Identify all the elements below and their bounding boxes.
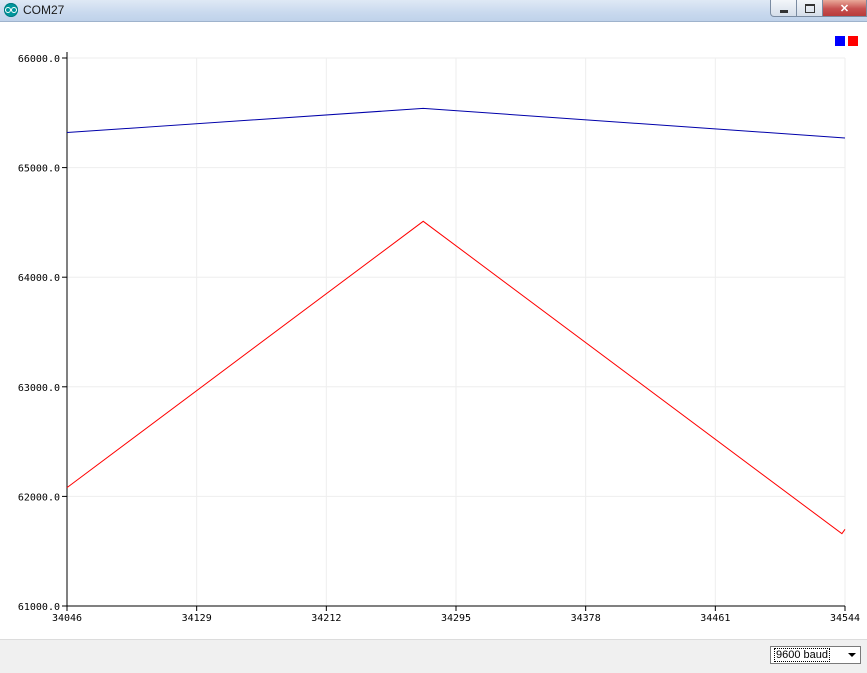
plot-area: 61000.0 62000.0 63000.0 64000.0 65000.0 66000…: [0, 22, 867, 639]
y-tick-label: 61000.0: [18, 602, 60, 613]
baud-rate-value: 9600 baud: [774, 648, 830, 662]
chevron-down-icon[interactable]: [844, 647, 860, 663]
y-tick-label: 66000.0: [18, 54, 60, 65]
grid: [66, 57, 846, 607]
serial-plotter-window: COM27 ✕ 61000.0 62000.0 63000.0 64000.0 6500…: [0, 0, 867, 673]
x-tick-label: 34129: [182, 613, 212, 624]
baud-rate-dropdown[interactable]: 9600 baud: [770, 646, 861, 664]
window-controls: ✕: [770, 0, 867, 18]
minimize-icon: [779, 9, 788, 13]
y-tick-label: 62000.0: [18, 492, 60, 503]
x-tick-label: 34378: [571, 613, 601, 624]
x-tick-label: 34461: [700, 613, 730, 624]
y-tick-label: 63000.0: [18, 383, 60, 394]
x-tick-label: 34046: [52, 613, 82, 624]
close-icon: ✕: [839, 2, 850, 15]
x-tick-label: 34212: [311, 613, 341, 624]
title-bar[interactable]: COM27 ✕: [0, 0, 867, 22]
x-tick-label: 34295: [441, 613, 471, 624]
legend: [835, 36, 858, 46]
legend-swatch-2: [848, 36, 858, 46]
minimize-button[interactable]: [770, 0, 797, 17]
legend-swatch-1: [835, 36, 845, 46]
arduino-icon: [4, 3, 18, 17]
axes: [62, 52, 846, 611]
x-tick-labels: 34046 34129 34212 34295 34378 34461 34544: [52, 613, 860, 624]
x-tick-label: 34544: [830, 613, 860, 624]
close-button[interactable]: ✕: [823, 0, 867, 17]
status-bar: 9600 baud: [0, 639, 867, 673]
maximize-icon: [804, 3, 815, 13]
line-chart: 61000.0 62000.0 63000.0 64000.0 65000.0 66000…: [18, 36, 860, 624]
maximize-button[interactable]: [797, 0, 823, 17]
y-tick-label: 65000.0: [18, 164, 60, 175]
y-tick-label: 64000.0: [18, 273, 60, 284]
y-tick-labels: 61000.0 62000.0 63000.0 64000.0 65000.0 66000…: [18, 54, 60, 613]
window-title: COM27: [23, 3, 65, 17]
